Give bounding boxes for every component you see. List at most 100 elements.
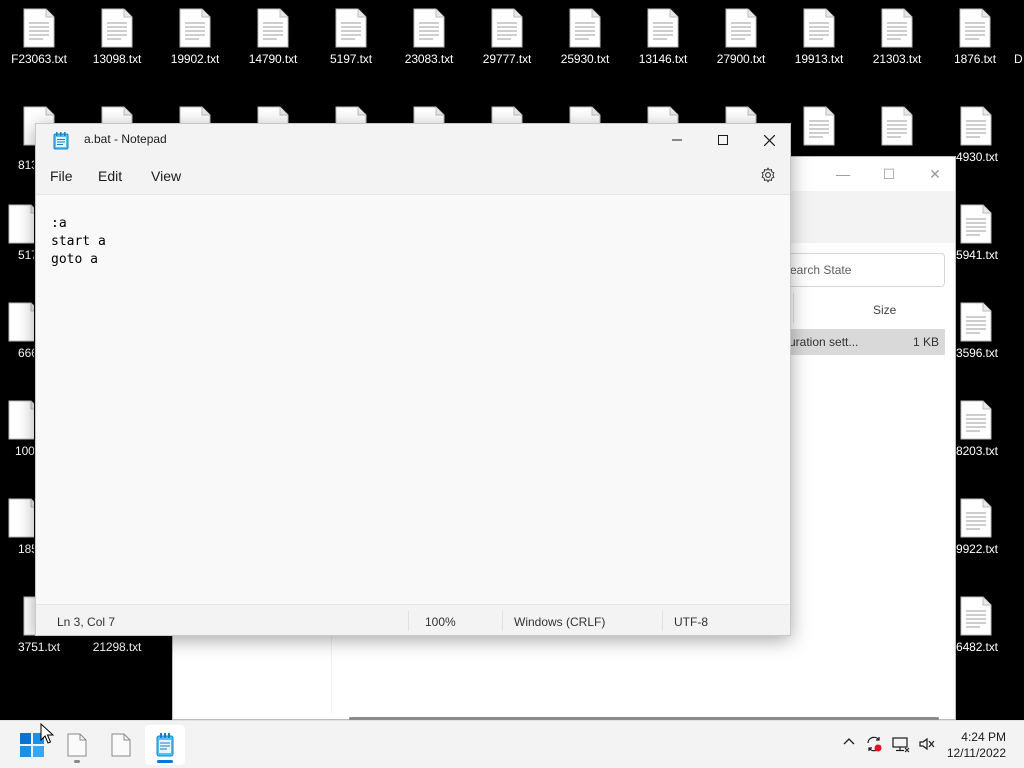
- taskbar: 4:24 PM 12/11/2022: [0, 720, 1024, 768]
- desktop-file-label: 8203.txt: [956, 444, 998, 458]
- desktop-file-icon[interactable]: 813: [0, 98, 34, 170]
- text-file-icon: [413, 8, 445, 48]
- text-file-icon: [257, 8, 289, 48]
- desktop-file-label: 666: [18, 346, 34, 360]
- file-icon: [67, 733, 87, 757]
- explorer-column-divider: [793, 293, 945, 323]
- desktop-file-icon[interactable]: 6482.txt: [956, 588, 1024, 660]
- explorer-column-size[interactable]: Size: [873, 303, 896, 317]
- status-cursor-position: Ln 3, Col 7: [57, 615, 116, 629]
- explorer-minimize-button[interactable]: —: [831, 163, 855, 185]
- chevron-up-icon[interactable]: [842, 735, 856, 749]
- desktop-file-label: F23063.txt: [11, 52, 67, 66]
- desktop-file-label: D: [1014, 52, 1023, 66]
- notepad-titlebar[interactable]: a.bat - Notepad: [36, 124, 790, 156]
- notepad-icon: [156, 733, 174, 757]
- text-file-icon: [8, 302, 34, 342]
- text-file-icon: [8, 498, 34, 538]
- desktop-file-icon[interactable]: 13098.txt: [78, 0, 156, 72]
- text-file-icon: [960, 106, 992, 146]
- status-bar: Ln 3, Col 7 100% Windows (CRLF) UTF-8: [36, 604, 790, 635]
- desktop-file-icon[interactable]: 9922.txt: [956, 490, 1024, 562]
- explorer-close-button[interactable]: ✕: [923, 163, 947, 185]
- desktop-file-label: 27900.txt: [716, 52, 766, 66]
- desktop-file-icon[interactable]: 13146.txt: [624, 0, 702, 72]
- desktop-file-label: 6482.txt: [956, 640, 998, 654]
- close-icon: [763, 134, 775, 146]
- active-indicator: [157, 760, 173, 763]
- editor-line: :a: [51, 216, 67, 231]
- text-editor[interactable]: :a start a goto a: [36, 194, 790, 606]
- desktop-file-icon[interactable]: 21303.txt: [858, 0, 936, 72]
- explorer-maximize-button[interactable]: ☐: [877, 163, 901, 185]
- minimize-icon: [672, 139, 682, 141]
- minimize-button[interactable]: [654, 124, 700, 156]
- system-clock[interactable]: 4:24 PM 12/11/2022: [947, 729, 1006, 761]
- text-file-icon: [8, 400, 34, 440]
- desktop-file-icon[interactable]: 25930.txt: [546, 0, 624, 72]
- text-file-icon: [960, 302, 992, 342]
- status-line-ending: Windows (CRLF): [514, 615, 606, 629]
- desktop-file-icon[interactable]: 3596.txt: [956, 294, 1024, 366]
- text-file-icon: [101, 8, 133, 48]
- close-button[interactable]: [746, 124, 792, 156]
- desktop-file-icon[interactable]: 185: [0, 490, 34, 562]
- clock-date: 12/11/2022: [946, 746, 1006, 760]
- text-file-icon: [960, 204, 992, 244]
- desktop-file-icon[interactable]: 5197.txt: [312, 0, 390, 72]
- desktop-file-icon[interactable]: 19902.txt: [156, 0, 234, 72]
- desktop-file-label: 23083.txt: [404, 52, 454, 66]
- taskbar-file-button[interactable]: [101, 725, 141, 765]
- mouse-cursor-icon: [40, 723, 54, 744]
- desktop-file-label: 185: [18, 542, 34, 556]
- desktop-file-label: 9922.txt: [956, 542, 998, 556]
- text-file-icon: [8, 204, 34, 244]
- desktop-file-label: 813: [18, 158, 34, 170]
- desktop-file-icon[interactable]: 8203.txt: [956, 392, 1024, 464]
- desktop-file-icon[interactable]: 5941.txt: [956, 196, 1024, 268]
- status-encoding: UTF-8: [674, 615, 708, 629]
- desktop-file-icon[interactable]: 14790.txt: [234, 0, 312, 72]
- desktop-file-label: 100: [15, 444, 34, 458]
- editor-line: start a: [51, 234, 106, 249]
- desktop-file-icon[interactable]: 4930.txt: [956, 98, 1024, 170]
- desktop-file-icon[interactable]: 666: [0, 294, 34, 366]
- text-file-icon: [803, 8, 835, 48]
- sync-alert-icon[interactable]: [865, 735, 883, 753]
- text-file-icon: [960, 596, 992, 636]
- text-file-icon: [335, 8, 367, 48]
- menu-file[interactable]: File: [50, 168, 73, 184]
- text-file-icon: [647, 8, 679, 48]
- text-file-icon: [491, 8, 523, 48]
- desktop-file-icon[interactable]: 27900.txt: [702, 0, 780, 72]
- status-divider: [662, 611, 663, 631]
- explorer-file-size: 1 KB: [912, 335, 939, 349]
- taskbar-notepad-button[interactable]: [145, 725, 185, 765]
- clock-time: 4:24 PM: [961, 730, 1006, 744]
- desktop-file-icon[interactable]: 100: [0, 392, 34, 464]
- desktop-file-label: 13098.txt: [92, 52, 142, 66]
- desktop-file-icon[interactable]: F23063.txt: [0, 0, 78, 72]
- explorer-search-input[interactable]: earch State: [777, 253, 945, 287]
- desktop-file-icon[interactable]: 1876.txt: [936, 0, 1014, 72]
- window-title: a.bat - Notepad: [84, 132, 167, 146]
- desktop-file-icon[interactable]: 29777.txt: [468, 0, 546, 72]
- menu-view[interactable]: View: [151, 168, 181, 184]
- desktop-file-icon[interactable]: 517: [0, 196, 34, 268]
- notepad-window[interactable]: a.bat - Notepad File Edit View :a start …: [35, 123, 791, 636]
- editor-line: goto a: [51, 252, 98, 267]
- menu-edit[interactable]: Edit: [98, 168, 122, 184]
- desktop-file-icon[interactable]: 23083.txt: [390, 0, 468, 72]
- network-icon[interactable]: [892, 735, 910, 753]
- text-file-icon: [179, 8, 211, 48]
- status-zoom: 100%: [425, 615, 456, 629]
- maximize-button[interactable]: [700, 124, 746, 156]
- desktop-file-icon[interactable]: 19913.txt: [780, 0, 858, 72]
- gear-icon[interactable]: [760, 167, 776, 183]
- desktop-file-label: 5197.txt: [330, 52, 372, 66]
- text-file-icon: [959, 8, 991, 48]
- explorer-file-row[interactable]: uration sett... 1 KB: [777, 329, 945, 355]
- volume-muted-icon[interactable]: [918, 735, 936, 753]
- desktop-file-icon[interactable]: D: [1014, 0, 1024, 72]
- taskbar-file-button[interactable]: [57, 725, 97, 765]
